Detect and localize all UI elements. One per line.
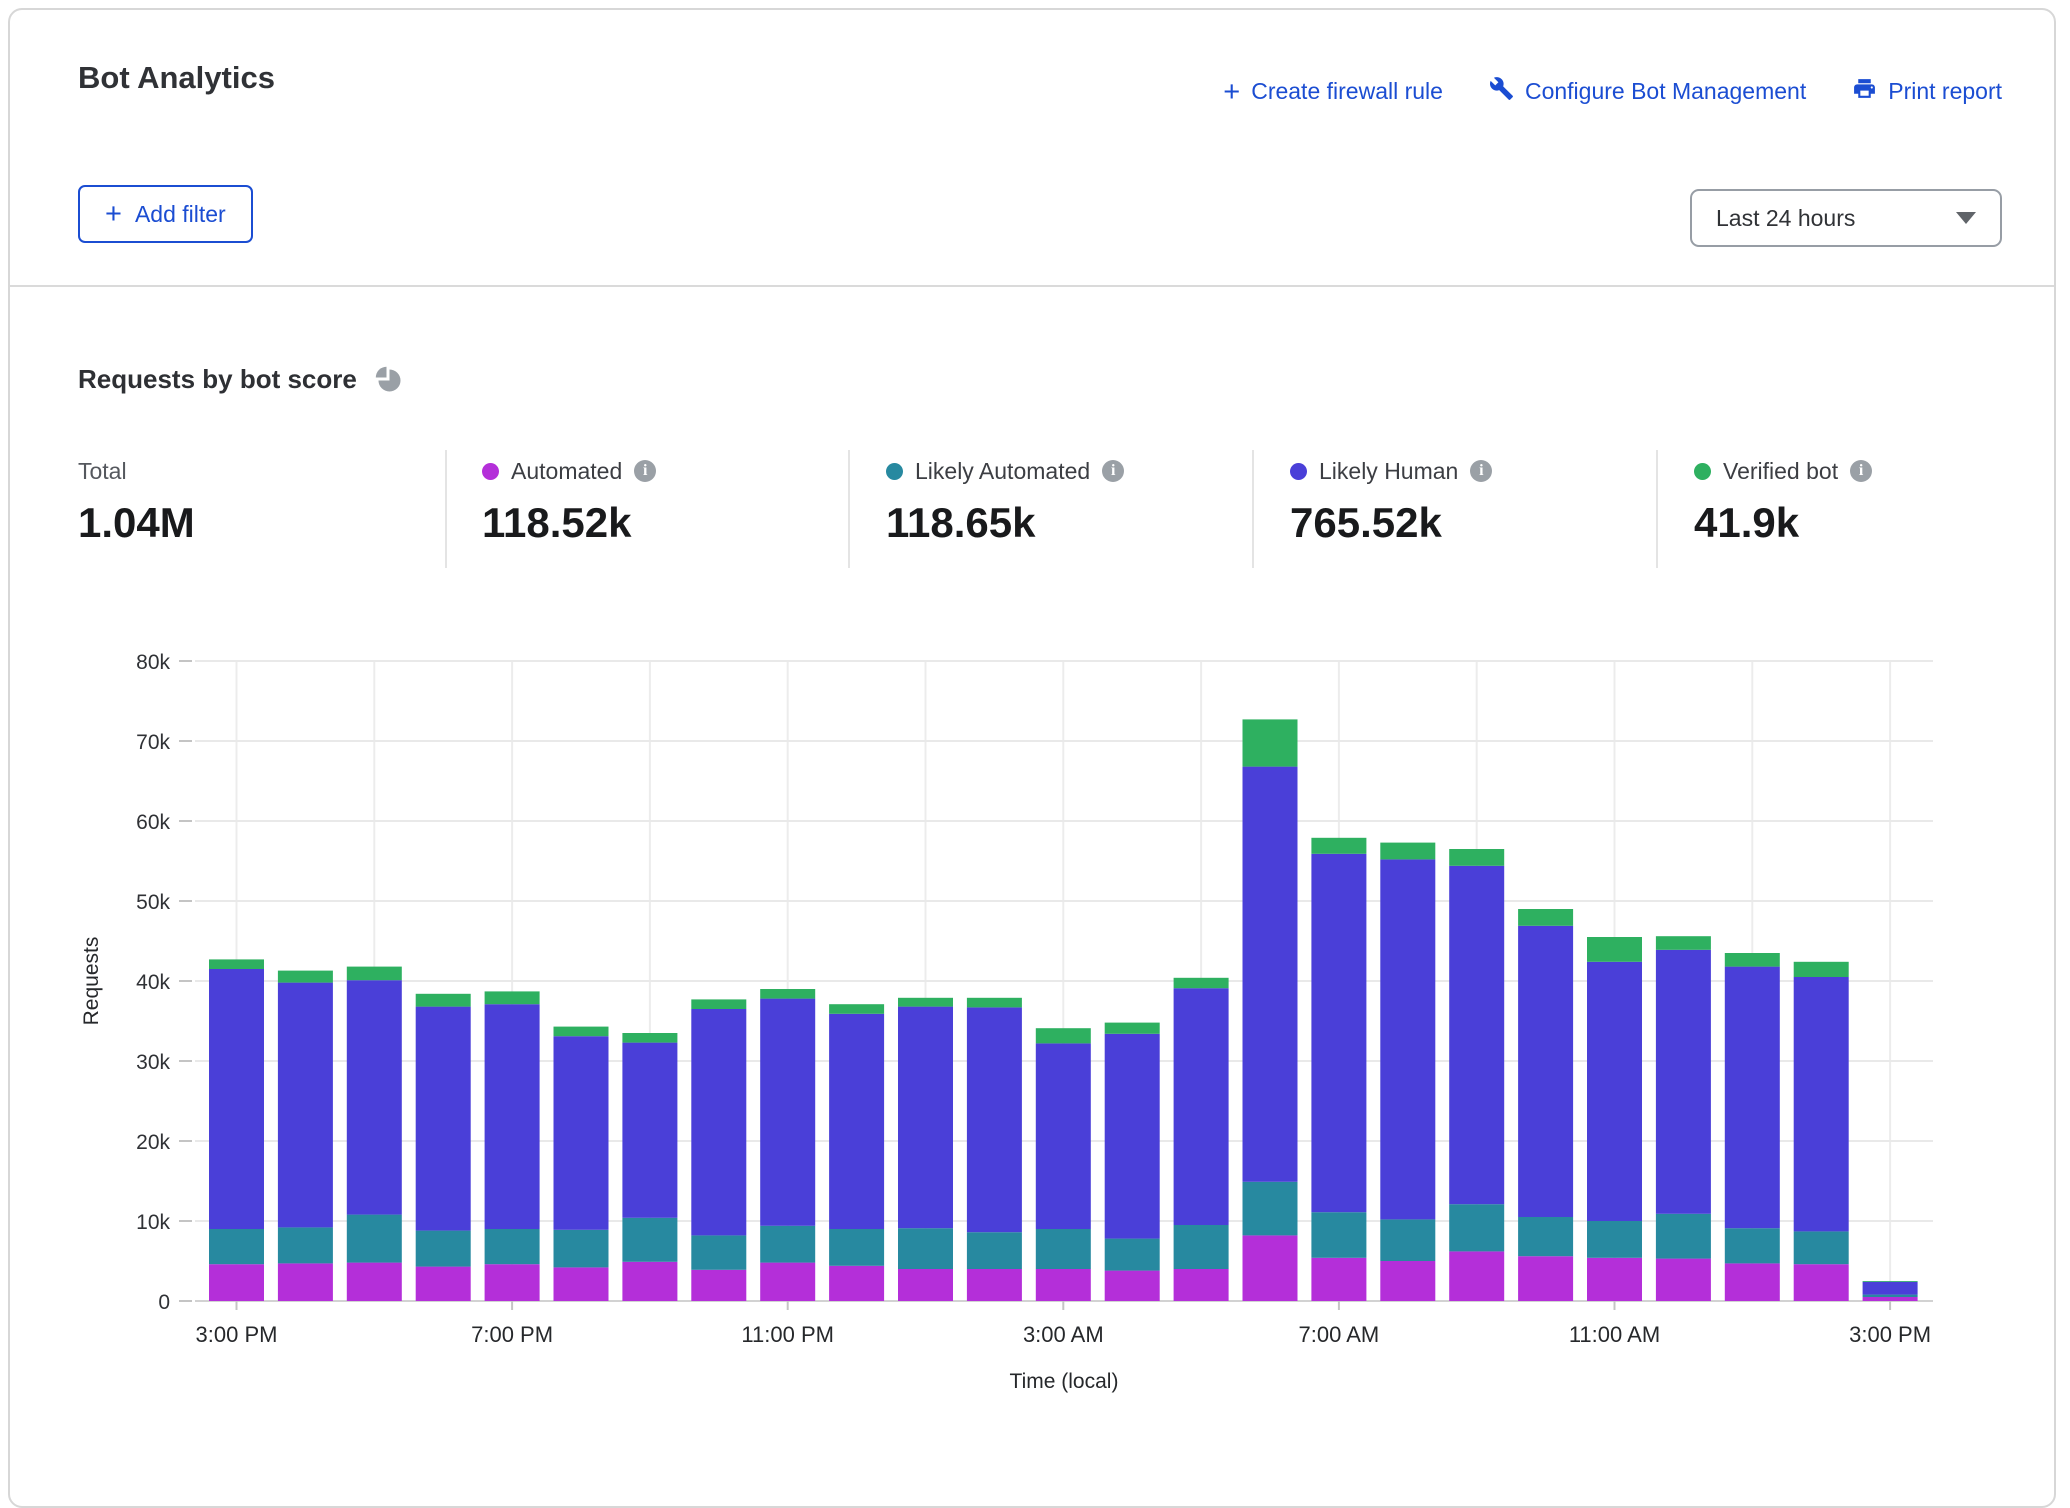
svg-text:60k: 60k bbox=[136, 811, 170, 834]
stat-likely-automated-label: Likely Automated bbox=[915, 458, 1090, 485]
stat-likely-human: Likely Human i 765.52k bbox=[1290, 458, 1492, 547]
svg-text:30k: 30k bbox=[136, 1051, 170, 1074]
stat-total: Total 1.04M bbox=[78, 458, 195, 547]
info-icon[interactable]: i bbox=[1850, 460, 1872, 482]
svg-text:7:00 AM: 7:00 AM bbox=[1299, 1322, 1380, 1347]
configure-bot-management-label: Configure Bot Management bbox=[1525, 78, 1806, 105]
stat-divider bbox=[1252, 450, 1254, 568]
info-icon[interactable]: i bbox=[1102, 460, 1124, 482]
pie-chart-icon bbox=[374, 365, 403, 394]
section-title-row: Requests by bot score bbox=[78, 364, 403, 395]
configure-bot-management-link[interactable]: Configure Bot Management bbox=[1489, 76, 1806, 107]
stats-row: Total 1.04M Automated i 118.52k Likely Auto… bbox=[10, 450, 2054, 580]
svg-text:3:00 PM: 3:00 PM bbox=[196, 1322, 278, 1347]
create-firewall-rule-label: Create firewall rule bbox=[1251, 78, 1443, 105]
time-range-select[interactable]: Last 24 hours bbox=[1690, 189, 2002, 247]
stat-likely-automated: Likely Automated i 118.65k bbox=[886, 458, 1124, 547]
stat-likely-human-value: 765.52k bbox=[1290, 499, 1492, 547]
header-divider bbox=[10, 285, 2054, 287]
time-range-value: Last 24 hours bbox=[1716, 205, 1855, 232]
printer-icon bbox=[1852, 76, 1877, 107]
svg-text:0: 0 bbox=[158, 1291, 170, 1314]
stat-verified-bot-value: 41.9k bbox=[1694, 499, 1872, 547]
stat-automated: Automated i 118.52k bbox=[482, 458, 656, 547]
svg-text:40k: 40k bbox=[136, 971, 170, 994]
print-report-label: Print report bbox=[1888, 78, 2002, 105]
svg-text:11:00 AM: 11:00 AM bbox=[1569, 1322, 1660, 1347]
add-filter-button[interactable]: + Add filter bbox=[78, 185, 253, 243]
section-title: Requests by bot score bbox=[78, 364, 357, 395]
stat-likely-human-label: Likely Human bbox=[1319, 458, 1458, 485]
stat-automated-value: 118.52k bbox=[482, 499, 656, 547]
svg-text:Time (local): Time (local) bbox=[1010, 1370, 1119, 1393]
wrench-icon bbox=[1489, 76, 1514, 107]
page-title: Bot Analytics bbox=[78, 60, 275, 96]
svg-text:3:00 PM: 3:00 PM bbox=[1849, 1322, 1931, 1347]
svg-text:10k: 10k bbox=[136, 1211, 170, 1234]
stat-automated-label: Automated bbox=[511, 458, 622, 485]
svg-text:70k: 70k bbox=[136, 731, 170, 754]
stat-verified-bot-label: Verified bot bbox=[1723, 458, 1838, 485]
header-actions: + Create firewall rule Configure Bot Man… bbox=[1223, 76, 2002, 107]
svg-text:7:00 PM: 7:00 PM bbox=[471, 1322, 553, 1347]
info-icon[interactable]: i bbox=[634, 460, 656, 482]
info-icon[interactable]: i bbox=[1470, 460, 1492, 482]
plus-icon: + bbox=[1223, 82, 1240, 102]
likely-automated-legend-dot bbox=[886, 463, 903, 480]
add-filter-label: Add filter bbox=[135, 201, 226, 228]
stat-total-value: 1.04M bbox=[78, 499, 195, 547]
stat-divider bbox=[1656, 450, 1658, 568]
chevron-down-icon bbox=[1956, 212, 1976, 224]
svg-text:50k: 50k bbox=[136, 891, 170, 914]
svg-text:Requests: Requests bbox=[80, 937, 103, 1026]
verified-bot-legend-dot bbox=[1694, 463, 1711, 480]
stat-divider bbox=[848, 450, 850, 568]
plus-icon: + bbox=[105, 204, 122, 224]
stat-total-label: Total bbox=[78, 458, 127, 485]
print-report-link[interactable]: Print report bbox=[1852, 76, 2002, 107]
svg-text:11:00 PM: 11:00 PM bbox=[741, 1322, 834, 1347]
svg-text:80k: 80k bbox=[136, 651, 170, 674]
requests-by-bot-score-chart: 0 10k 20k 30k 40k 50k 60k 70k 80k 3:00 PM 7:00 PM 1… bbox=[0, 620, 2070, 1394]
create-firewall-rule-link[interactable]: + Create firewall rule bbox=[1223, 78, 1443, 105]
svg-text:3:00 AM: 3:00 AM bbox=[1023, 1322, 1104, 1347]
stat-divider bbox=[445, 450, 447, 568]
svg-text:20k: 20k bbox=[136, 1131, 170, 1154]
automated-legend-dot bbox=[482, 463, 499, 480]
stat-likely-automated-value: 118.65k bbox=[886, 499, 1124, 547]
stacked-bar-chart: 0 10k 20k 30k 40k 50k 60k 70k 80k 3:00 PM 7:00 PM 1… bbox=[0, 620, 2070, 1394]
likely-human-legend-dot bbox=[1290, 463, 1307, 480]
stat-verified-bot: Verified bot i 41.9k bbox=[1694, 458, 1872, 547]
